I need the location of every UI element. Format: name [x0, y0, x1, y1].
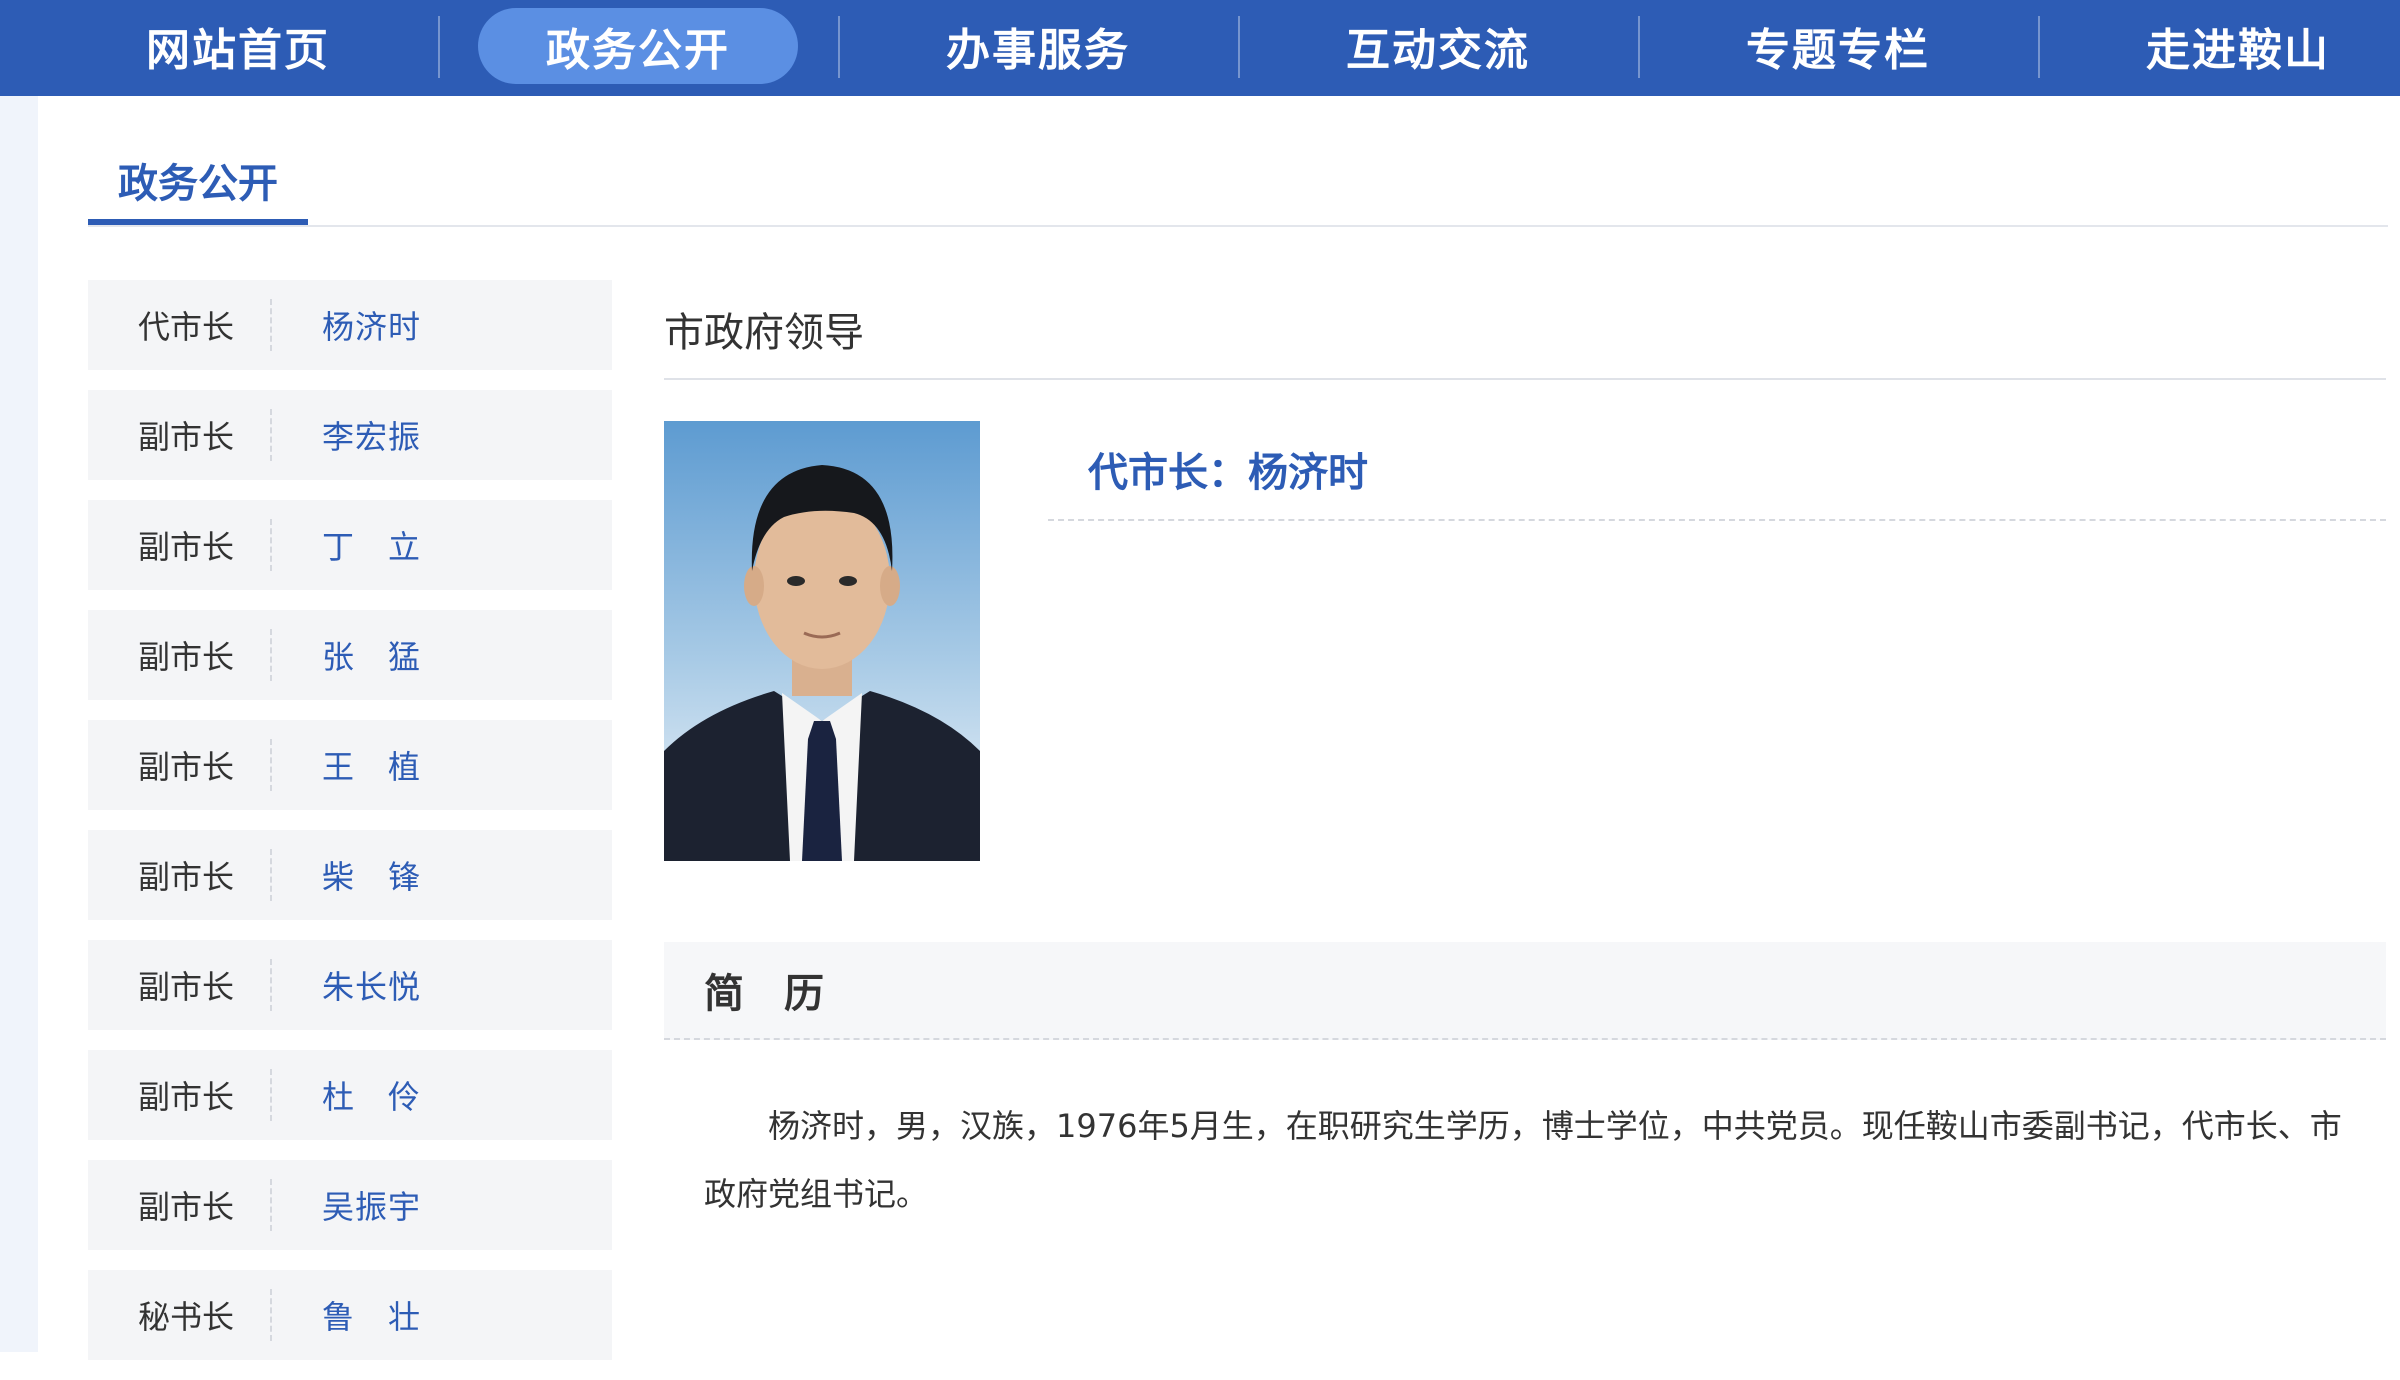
item-divider	[270, 959, 274, 1011]
leader-name-link[interactable]: 张 猛	[322, 632, 421, 678]
leader-role: 副市长	[138, 1188, 235, 1226]
nav-separator	[1238, 16, 1240, 78]
leader-role: 副市长	[138, 748, 235, 786]
leader-item[interactable]: 副市长 张 猛	[88, 610, 612, 700]
nav-home[interactable]: 网站首页	[78, 8, 398, 84]
nav-about-anshan[interactable]: 走进鞍山	[2078, 8, 2398, 84]
leader-item[interactable]: 副市长 丁 立	[88, 500, 612, 590]
leader-item[interactable]: 副市长 朱长悦	[88, 940, 612, 1030]
item-divider	[270, 409, 274, 461]
nav-separator	[1638, 16, 1640, 78]
leader-title-divider	[1048, 519, 2386, 521]
leader-name-link[interactable]: 李宏振	[322, 412, 421, 458]
leader-item[interactable]: 副市长 杜 伶	[88, 1050, 612, 1140]
leader-item[interactable]: 副市长 王 植	[88, 720, 612, 810]
leader-item[interactable]: 秘书长 鲁 壮	[88, 1270, 612, 1360]
leader-role: 副市长	[138, 968, 235, 1006]
leader-name-link[interactable]: 朱长悦	[322, 962, 421, 1008]
nav-services[interactable]: 办事服务	[878, 8, 1198, 84]
leader-role: 副市长	[138, 638, 235, 676]
leader-list: 代市长 杨济时 副市长 李宏振 副市长 丁 立 副市长 张 猛 副市长 王 植 …	[88, 280, 612, 1380]
nav-separator	[438, 16, 440, 78]
nav-separator	[2038, 16, 2040, 78]
leader-name-link[interactable]: 丁 立	[322, 522, 421, 568]
leader-role: 副市长	[138, 418, 235, 456]
leader-item[interactable]: 副市长 李宏振	[88, 390, 612, 480]
section-title[interactable]: 政务公开	[88, 140, 308, 226]
leader-title: 代市长：杨济时	[1088, 450, 1368, 496]
leader-photo	[664, 421, 980, 861]
top-nav: 网站首页 政务公开 办事服务 互动交流 专题专栏 走进鞍山	[0, 0, 2400, 96]
item-divider	[270, 299, 274, 351]
main-heading: 市政府领导	[664, 310, 864, 356]
leader-name-link[interactable]: 杜 伶	[322, 1072, 421, 1118]
leader-role: 副市长	[138, 858, 235, 896]
left-decoration-strip	[0, 96, 38, 1352]
nav-separator	[838, 16, 840, 78]
leader-item[interactable]: 副市长 吴振宇	[88, 1160, 612, 1250]
bio-header-label: 简 历	[704, 971, 824, 1017]
item-divider	[270, 1179, 274, 1231]
leader-name-link[interactable]: 王 植	[322, 742, 421, 788]
section-divider	[88, 225, 2388, 227]
item-divider	[270, 629, 274, 681]
leader-name-link[interactable]: 鲁 壮	[322, 1292, 421, 1338]
item-divider	[270, 1289, 274, 1341]
item-divider	[270, 739, 274, 791]
item-divider	[270, 519, 274, 571]
leader-item[interactable]: 副市长 柴 锋	[88, 830, 612, 920]
nav-interaction[interactable]: 互动交流	[1278, 8, 1598, 84]
leader-name-link[interactable]: 杨济时	[322, 302, 421, 348]
nav-gov-affairs[interactable]: 政务公开	[478, 8, 798, 84]
leader-role: 代市长	[138, 308, 235, 346]
bio-header: 简 历	[664, 942, 2386, 1040]
leader-role: 秘书长	[138, 1298, 235, 1336]
main-heading-divider	[664, 378, 2386, 380]
leader-name-link[interactable]: 柴 锋	[322, 852, 421, 898]
nav-topics[interactable]: 专题专栏	[1678, 8, 1998, 84]
leader-role: 副市长	[138, 528, 235, 566]
leader-role: 副市长	[138, 1078, 235, 1116]
leader-name-link[interactable]: 吴振宇	[322, 1182, 421, 1228]
bio-text: 杨济时，男，汉族，1976年5月生，在职研究生学历，博士学位，中共党员。现任鞍山…	[704, 1107, 2342, 1213]
item-divider	[270, 1069, 274, 1121]
leader-item[interactable]: 代市长 杨济时	[88, 280, 612, 370]
item-divider	[270, 849, 274, 901]
